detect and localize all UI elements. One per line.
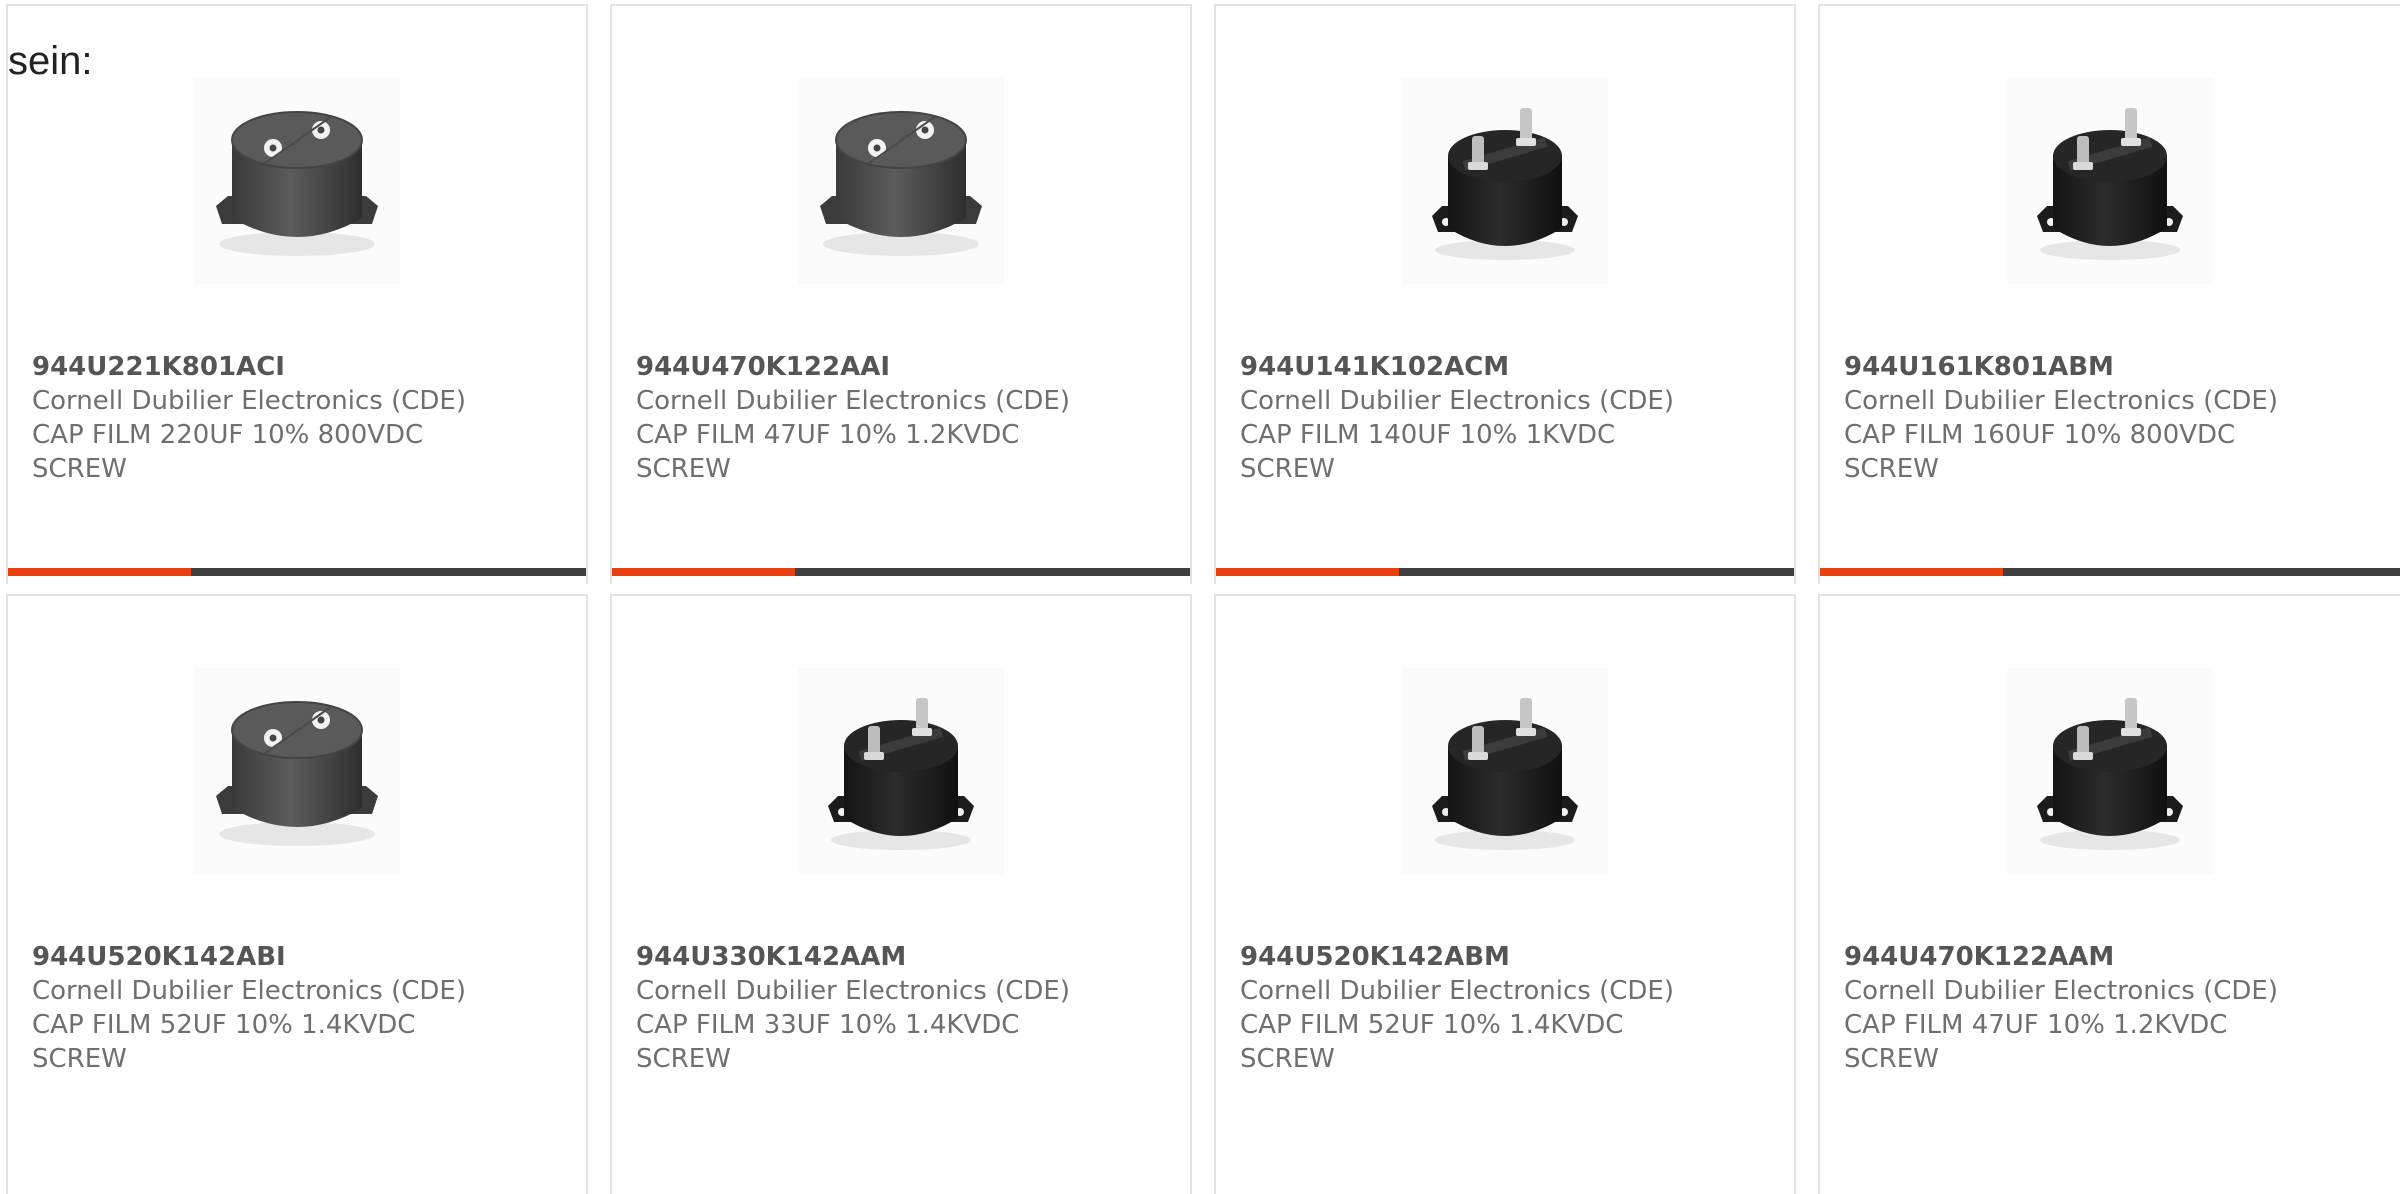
card-footer-bar bbox=[612, 568, 1190, 576]
card-accent-bar bbox=[8, 568, 191, 576]
card-footer-bar bbox=[8, 568, 586, 576]
product-description: CAP FILM 140UF 10% 1KVDC bbox=[1240, 420, 1616, 450]
intro-text: sein: bbox=[8, 39, 93, 83]
mounting-type: SCREW bbox=[32, 1044, 127, 1074]
manufacturer-name: Cornell Dubilier Electronics (CDE) bbox=[636, 976, 1070, 1006]
manufacturer-name: Cornell Dubilier Electronics (CDE) bbox=[1844, 976, 2278, 1006]
part-number-link[interactable]: 944U470K122AAI bbox=[636, 350, 1174, 384]
manufacturer-name: Cornell Dubilier Electronics (CDE) bbox=[1844, 386, 2278, 416]
mounting-type: SCREW bbox=[1240, 1044, 1335, 1074]
part-number-link[interactable]: 944U520K142ABI bbox=[32, 940, 570, 974]
product-description: CAP FILM 47UF 10% 1.2KVDC bbox=[636, 420, 1020, 450]
mounting-type: SCREW bbox=[1844, 1044, 1939, 1074]
card-accent-bar bbox=[612, 568, 795, 576]
product-card[interactable]: 944U520K142ABM Cornell Dubilier Electron… bbox=[1214, 594, 1796, 1194]
capacitor-flat-terminals-icon[interactable] bbox=[798, 78, 1004, 284]
product-description: CAP FILM 52UF 10% 1.4KVDC bbox=[1240, 1010, 1624, 1040]
product-card[interactable]: 944U520K142ABI Cornell Dubilier Electron… bbox=[6, 594, 588, 1194]
part-number-link[interactable]: 944U470K122AAM bbox=[1844, 940, 2384, 974]
product-card[interactable]: 944U470K122AAI Cornell Dubilier Electron… bbox=[610, 4, 1192, 584]
capacitor-flat-terminals-icon[interactable] bbox=[194, 668, 400, 874]
manufacturer-name: Cornell Dubilier Electronics (CDE) bbox=[1240, 976, 1674, 1006]
part-number-link[interactable]: 944U161K801ABM bbox=[1844, 350, 2384, 384]
capacitor-stud-terminals-icon[interactable] bbox=[798, 668, 1004, 874]
product-description: CAP FILM 33UF 10% 1.4KVDC bbox=[636, 1010, 1020, 1040]
product-card[interactable]: 944U330K142AAM Cornell Dubilier Electron… bbox=[610, 594, 1192, 1194]
product-grid: 944U221K801ACI Cornell Dubilier Electron… bbox=[0, 0, 2400, 1194]
card-accent-bar bbox=[1216, 568, 1399, 576]
card-footer-bar bbox=[1820, 568, 2400, 576]
mounting-type: SCREW bbox=[1844, 454, 1939, 484]
capacitor-stud-terminals-icon[interactable] bbox=[2007, 78, 2213, 284]
product-description: CAP FILM 52UF 10% 1.4KVDC bbox=[32, 1010, 416, 1040]
mounting-type: SCREW bbox=[1240, 454, 1335, 484]
product-card[interactable]: 944U141K102ACM Cornell Dubilier Electron… bbox=[1214, 4, 1796, 584]
manufacturer-name: Cornell Dubilier Electronics (CDE) bbox=[32, 976, 466, 1006]
part-number-link[interactable]: 944U330K142AAM bbox=[636, 940, 1174, 974]
mounting-type: SCREW bbox=[636, 454, 731, 484]
product-card[interactable]: 944U470K122AAM Cornell Dubilier Electron… bbox=[1818, 594, 2400, 1194]
capacitor-stud-terminals-icon[interactable] bbox=[1402, 78, 1608, 284]
capacitor-flat-terminals-icon[interactable] bbox=[194, 78, 400, 284]
part-number-link[interactable]: 944U221K801ACI bbox=[32, 350, 570, 384]
capacitor-stud-terminals-icon[interactable] bbox=[1402, 668, 1608, 874]
card-accent-bar bbox=[1820, 568, 2003, 576]
manufacturer-name: Cornell Dubilier Electronics (CDE) bbox=[1240, 386, 1674, 416]
manufacturer-name: Cornell Dubilier Electronics (CDE) bbox=[32, 386, 466, 416]
product-description: CAP FILM 160UF 10% 800VDC bbox=[1844, 420, 2236, 450]
card-footer-bar bbox=[1216, 568, 1794, 576]
capacitor-stud-terminals-icon[interactable] bbox=[2007, 668, 2213, 874]
mounting-type: SCREW bbox=[636, 1044, 731, 1074]
product-description: CAP FILM 220UF 10% 800VDC bbox=[32, 420, 424, 450]
part-number-link[interactable]: 944U141K102ACM bbox=[1240, 350, 1778, 384]
part-number-link[interactable]: 944U520K142ABM bbox=[1240, 940, 1778, 974]
product-card[interactable]: 944U221K801ACI Cornell Dubilier Electron… bbox=[6, 4, 588, 584]
mounting-type: SCREW bbox=[32, 454, 127, 484]
product-description: CAP FILM 47UF 10% 1.2KVDC bbox=[1844, 1010, 2228, 1040]
product-card[interactable]: 944U161K801ABM Cornell Dubilier Electron… bbox=[1818, 4, 2400, 584]
manufacturer-name: Cornell Dubilier Electronics (CDE) bbox=[636, 386, 1070, 416]
